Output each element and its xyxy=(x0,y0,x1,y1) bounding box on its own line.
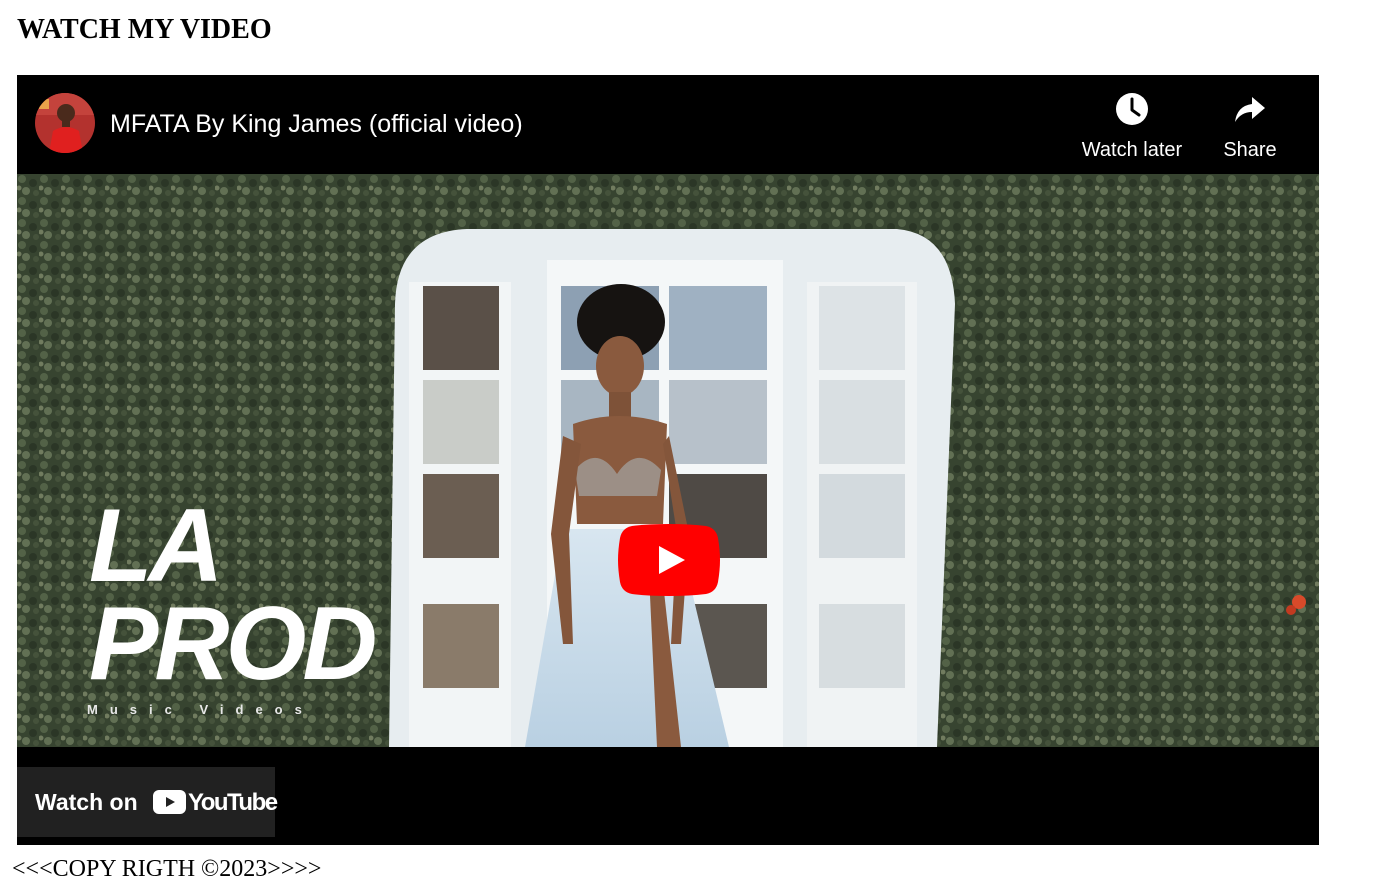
channel-avatar[interactable] xyxy=(35,93,95,153)
watch-on-youtube-button[interactable]: Watch on YouTube xyxy=(17,767,278,837)
avatar-image xyxy=(35,93,95,153)
share-arrow-icon xyxy=(1235,97,1265,122)
video-thumbnail[interactable]: LA PROD Music Videos xyxy=(17,174,1319,747)
video-title[interactable]: MFATA By King James (official video) xyxy=(110,107,523,141)
clock-icon xyxy=(1116,93,1148,125)
page-heading: WATCH MY VIDEO xyxy=(17,14,272,45)
youtube-wordmark: YouTube xyxy=(188,789,278,816)
youtube-embed-player[interactable]: MFATA By King James (official video) Wat… xyxy=(17,75,1319,845)
watch-on-label: Watch on xyxy=(35,789,138,815)
player-header: MFATA By King James (official video) Wat… xyxy=(17,75,1319,174)
play-button[interactable] xyxy=(618,524,720,596)
share-button[interactable]: Share xyxy=(1213,91,1287,167)
footer-copyright: <<<COPY RIGTH ©2023>>>> xyxy=(12,856,322,882)
page: WATCH MY VIDEO MFATA By King James (offi… xyxy=(0,0,1400,895)
thumbnail-logo-subtitle: Music Videos xyxy=(87,702,314,717)
watch-later-label: Watch later xyxy=(1081,139,1183,161)
youtube-logo-icon xyxy=(153,790,186,814)
thumbnail-logo-line2: PROD xyxy=(89,586,377,702)
share-label: Share xyxy=(1223,139,1277,161)
thumbnail-logo-line1: LA xyxy=(89,488,224,604)
watch-later-button[interactable]: Watch later xyxy=(1071,91,1193,167)
